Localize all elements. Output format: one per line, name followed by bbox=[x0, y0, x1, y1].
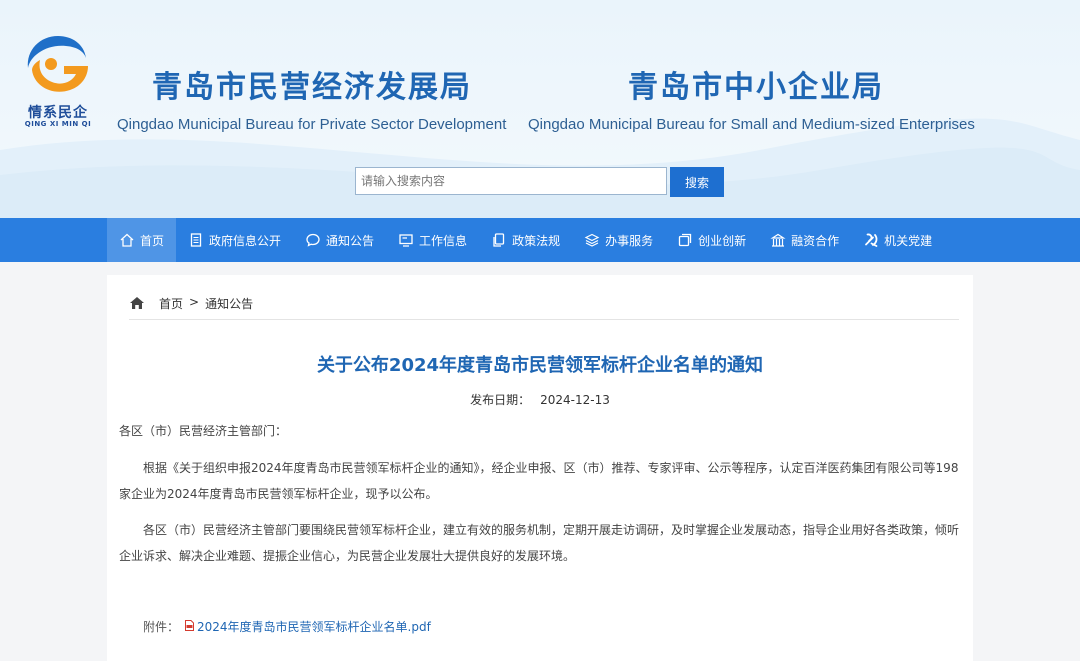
monitor-icon bbox=[398, 232, 414, 248]
publish-date-value: 2024-12-13 bbox=[540, 393, 610, 407]
logo-text-cn: 情系民企 bbox=[28, 105, 88, 121]
breadcrumb-separator: > bbox=[189, 295, 200, 309]
article-greeting: 各区（市）民营经济主管部门： bbox=[119, 424, 288, 438]
breadcrumb-current-link[interactable]: 通知公告 bbox=[205, 295, 253, 312]
publish-date: 发布日期： 2024-12-13 bbox=[107, 391, 973, 408]
bureau-name-cn: 青岛市中小企业局 bbox=[628, 70, 884, 105]
site-header: 情系民企 QING XI MIN QI 青岛市民营经济发展局 Qingdao M… bbox=[0, 0, 1080, 218]
bureau-title-private-sector: 青岛市民营经济发展局 Qingdao Municipal Bureau for … bbox=[117, 62, 506, 133]
nav-item-policies[interactable]: 政策法规 bbox=[479, 218, 572, 262]
attachment-link[interactable]: 2024年度青岛市民营领军标杆企业名单.pdf bbox=[197, 618, 431, 635]
nav-item-services[interactable]: 办事服务 bbox=[572, 218, 665, 262]
breadcrumb-home-link[interactable]: 首页 bbox=[159, 295, 183, 312]
nav-item-label: 创业创新 bbox=[698, 233, 747, 248]
nav-item-label: 政策法规 bbox=[512, 233, 561, 248]
publish-date-label: 发布日期： bbox=[470, 393, 531, 407]
nav-item-home[interactable]: 首页 bbox=[107, 218, 177, 262]
nav-item-financing[interactable]: 融资合作 bbox=[758, 218, 851, 262]
search-button[interactable]: 搜索 bbox=[670, 167, 724, 197]
nav-item-notices[interactable]: 通知公告 bbox=[293, 218, 386, 262]
logo-emblem-icon bbox=[27, 36, 88, 92]
home-icon[interactable] bbox=[129, 296, 145, 313]
nav-item-label: 工作信息 bbox=[419, 233, 468, 248]
nav-item-label: 办事服务 bbox=[605, 233, 654, 248]
nav-item-label: 机关党建 bbox=[884, 233, 933, 248]
home-icon bbox=[119, 232, 135, 248]
nav-item-work-info[interactable]: 工作信息 bbox=[386, 218, 479, 262]
copy-icon bbox=[491, 232, 507, 248]
nav-item-label: 政府信息公开 bbox=[209, 233, 282, 248]
search-bar: 搜索 bbox=[355, 167, 724, 197]
document-icon bbox=[188, 232, 204, 248]
nav-item-innovation[interactable]: 创业创新 bbox=[665, 218, 758, 262]
article-title: 关于公布2024年度青岛市民营领军标杆企业名单的通知 bbox=[316, 355, 764, 376]
article-paragraph: 各区（市）民营经济主管部门要围绕民营领军标杆企业，建立有效的服务机制，定期开展走… bbox=[119, 523, 960, 563]
article-panel: 首页 > 通知公告 关于公布2024年度青岛市民营领军标杆企业名单的通知 发布日… bbox=[107, 275, 973, 661]
main-nav: 首页 政府信息公开 通知公告 工作信息 政策法规 办事服务 创业创新 融资合作 … bbox=[0, 218, 1080, 262]
breadcrumb: 首页 > 通知公告 bbox=[129, 295, 959, 320]
site-logo[interactable]: 情系民企 QING XI MIN QI bbox=[18, 30, 98, 130]
building-icon bbox=[770, 232, 786, 248]
chat-icon bbox=[305, 232, 321, 248]
nav-item-party-building[interactable]: 机关党建 bbox=[851, 218, 944, 262]
window-icon bbox=[677, 232, 693, 248]
bureau-name-en: Qingdao Municipal Bureau for Private Sec… bbox=[117, 116, 507, 133]
nav-item-gov-info[interactable]: 政府信息公开 bbox=[176, 218, 293, 262]
article-paragraph: 根据《关于组织申报2024年度青岛市民营领军标杆企业的通知》，经企业申报、区（市… bbox=[119, 461, 959, 501]
bureau-name-cn: 青岛市民营经济发展局 bbox=[152, 70, 472, 105]
party-emblem-icon bbox=[863, 232, 879, 248]
bureau-name-en: Qingdao Municipal Bureau for Small and M… bbox=[528, 116, 975, 133]
attachment: 附件： 2024年度青岛市民营领军标杆企业名单.pdf bbox=[143, 618, 431, 635]
search-input[interactable] bbox=[355, 167, 667, 195]
nav-item-label: 首页 bbox=[140, 233, 165, 248]
nav-item-label: 融资合作 bbox=[791, 233, 840, 248]
logo-text-pinyin: QING XI MIN QI bbox=[24, 120, 92, 128]
nav-item-label: 通知公告 bbox=[326, 233, 375, 248]
layers-icon bbox=[584, 232, 600, 248]
attachment-label: 附件： bbox=[143, 620, 180, 634]
bureau-title-sme: 青岛市中小企业局 Qingdao Municipal Bureau for Sm… bbox=[528, 62, 975, 133]
pdf-icon bbox=[185, 619, 195, 634]
